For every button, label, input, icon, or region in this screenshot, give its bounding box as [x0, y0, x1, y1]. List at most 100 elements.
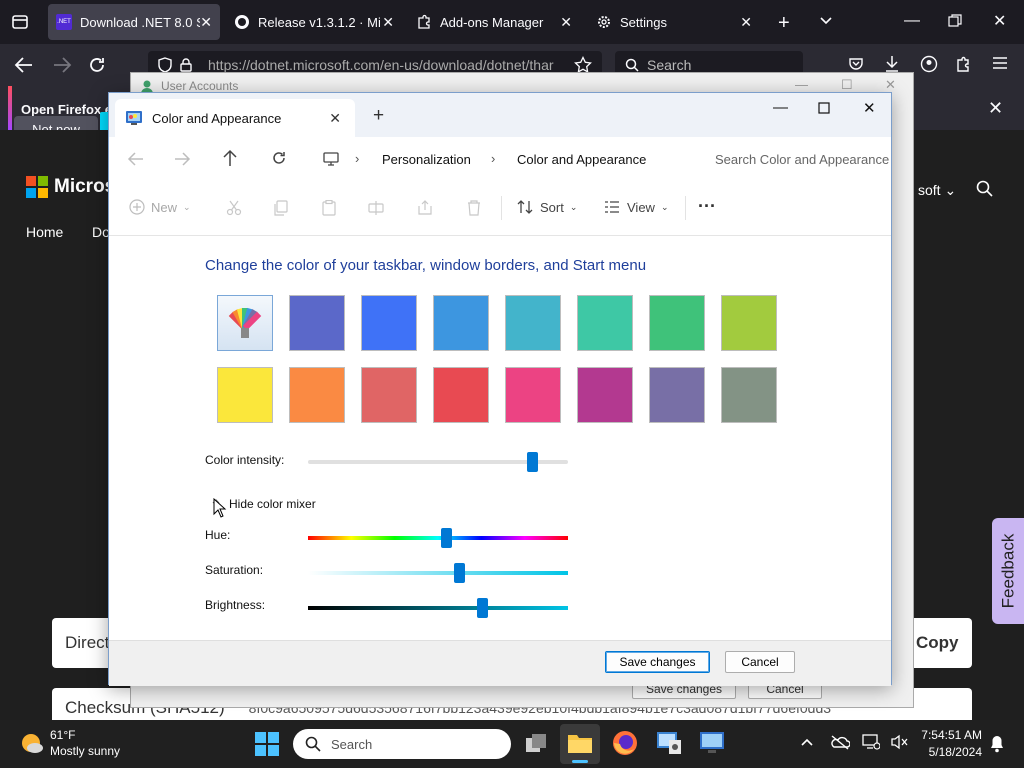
tab-overview-icon[interactable] [10, 12, 30, 32]
hue-thumb[interactable] [440, 528, 452, 548]
color-swatch[interactable] [433, 295, 489, 351]
color-swatch[interactable] [361, 295, 417, 351]
rename-icon[interactable] [368, 200, 384, 216]
color-swatch[interactable] [649, 367, 705, 423]
saturation-slider[interactable] [308, 563, 568, 583]
color-swatch[interactable] [721, 367, 777, 423]
ua-maximize-icon[interactable]: ☐ [841, 77, 853, 93]
color-intensity-thumb[interactable] [526, 452, 538, 472]
cancel-button[interactable]: Cancel [725, 651, 795, 673]
new-tab-icon[interactable]: + [373, 105, 384, 127]
back-icon[interactable] [14, 56, 34, 74]
weather-desc[interactable]: Mostly sunny [50, 744, 120, 758]
maximize-icon[interactable] [818, 102, 830, 114]
tab-label: Download .NET 8.0 SDK [80, 14, 200, 30]
file-explorer-taskbar-button[interactable] [560, 724, 600, 764]
breadcrumb-home[interactable]: Home [26, 224, 63, 240]
breadcrumb-personalization[interactable]: Personalization [382, 152, 471, 167]
network-icon[interactable] [862, 734, 880, 750]
ua-minimize-icon[interactable]: — [795, 77, 808, 92]
cut-icon[interactable] [226, 200, 242, 216]
color-swatch[interactable] [289, 367, 345, 423]
minimize-icon[interactable]: — [904, 12, 920, 30]
taskbar-search-input[interactable]: Search [293, 729, 511, 759]
refresh-icon[interactable] [271, 150, 287, 166]
color-swatch[interactable] [649, 295, 705, 351]
account-menu[interactable]: soft ⌄ [918, 182, 956, 199]
feedback-tab[interactable]: Feedback [992, 518, 1024, 624]
color-appearance-taskbar-icon[interactable] [698, 728, 726, 756]
close-notification-icon[interactable]: ✕ [988, 98, 1003, 119]
close-tab-icon[interactable]: ✕ [329, 110, 341, 127]
close-window-icon[interactable]: ✕ [863, 99, 876, 117]
copy-icon[interactable] [273, 200, 289, 216]
brightness-slider[interactable] [308, 598, 568, 618]
save-changes-button[interactable]: Save changes [605, 651, 710, 673]
share-icon[interactable] [417, 200, 433, 216]
notifications-bell-icon[interactable] [990, 735, 1004, 753]
address-bar[interactable]: › Personalization › Color and Appearance [307, 141, 693, 177]
color-swatch[interactable] [505, 295, 561, 351]
close-tab-icon[interactable]: ✕ [200, 14, 212, 31]
weather-temp[interactable]: 61°F [50, 728, 75, 742]
clock-date[interactable]: 5/18/2024 [920, 745, 982, 759]
close-tab-icon[interactable]: ✕ [560, 14, 572, 31]
menu-icon[interactable] [992, 56, 1008, 70]
tab-label: Add-ons Manager [440, 14, 544, 30]
view-button[interactable]: View ⌄ [603, 199, 669, 215]
window-search-input[interactable]: Search Color and Appearance [701, 141, 891, 177]
close-tab-icon[interactable]: ✕ [740, 14, 752, 31]
extensions-icon[interactable] [956, 55, 972, 73]
color-swatch[interactable] [577, 295, 633, 351]
forward-icon[interactable] [173, 151, 191, 167]
chevron-up-icon[interactable] [800, 737, 814, 747]
tab-release[interactable]: Release v1.3.1.2 · Micaf ✕ [226, 4, 402, 40]
paste-icon[interactable] [321, 200, 337, 216]
reload-icon[interactable] [88, 56, 106, 74]
hide-color-mixer-link[interactable]: Hide color mixer [229, 497, 316, 511]
color-swatch[interactable] [505, 367, 561, 423]
color-swatch[interactable] [217, 367, 273, 423]
site-search-icon[interactable] [976, 180, 994, 198]
close-window-icon[interactable]: ✕ [993, 11, 1006, 31]
up-icon[interactable] [222, 149, 238, 167]
color-swatch[interactable] [289, 295, 345, 351]
download-icon[interactable] [884, 55, 900, 73]
firefox-icon[interactable] [612, 730, 638, 756]
color-swatch[interactable] [433, 367, 489, 423]
color-swatch[interactable] [577, 367, 633, 423]
onedrive-icon[interactable] [830, 734, 850, 750]
list-tabs-icon[interactable] [818, 12, 834, 28]
control-panel-icon[interactable] [655, 728, 683, 756]
ua-close-icon[interactable]: ✕ [885, 77, 896, 93]
color-swatch[interactable] [721, 295, 777, 351]
more-options-icon[interactable]: ... [698, 191, 716, 212]
clock-time[interactable]: 7:54:51 AM [920, 728, 982, 742]
sort-button[interactable]: Sort ⌄ [516, 199, 577, 215]
color-appearance-icon [125, 110, 143, 126]
brightness-thumb[interactable] [477, 598, 489, 618]
tab-addons[interactable]: Add-ons Manager ✕ [408, 4, 580, 40]
account-icon[interactable] [920, 55, 938, 73]
back-icon[interactable] [127, 151, 145, 167]
breadcrumb-color-appearance[interactable]: Color and Appearance [517, 152, 646, 167]
new-tab-icon[interactable]: + [778, 12, 790, 35]
window-tab[interactable]: Color and Appearance ✕ [115, 99, 355, 137]
automatic-color-swatch[interactable] [217, 295, 273, 351]
forward-icon[interactable] [52, 56, 72, 74]
close-tab-icon[interactable]: ✕ [382, 14, 394, 31]
saturation-thumb[interactable] [453, 563, 465, 583]
hue-slider[interactable] [308, 528, 568, 548]
new-button[interactable]: New ⌄ [129, 199, 191, 215]
restore-icon[interactable] [948, 14, 962, 28]
color-swatch[interactable] [361, 367, 417, 423]
delete-icon[interactable] [466, 200, 482, 216]
pocket-icon[interactable] [848, 56, 864, 72]
tab-settings[interactable]: Settings ✕ [588, 4, 760, 40]
start-icon[interactable] [255, 732, 279, 756]
color-intensity-slider[interactable] [308, 452, 568, 472]
tab-dotnet[interactable]: .NET Download .NET 8.0 SDK ✕ [48, 4, 220, 40]
task-view-icon[interactable] [524, 732, 548, 756]
volume-muted-icon[interactable] [890, 734, 908, 750]
minimize-icon[interactable]: — [773, 99, 788, 116]
